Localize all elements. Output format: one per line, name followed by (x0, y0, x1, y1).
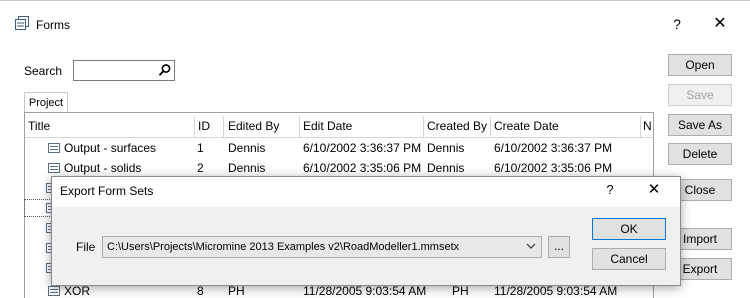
column-header-edited-by[interactable]: Edited By (228, 116, 279, 137)
table-row-id[interactable]: 1 (197, 141, 204, 155)
save-button[interactable]: Save (668, 84, 732, 106)
column-header-create-date[interactable]: Create Date (494, 116, 559, 137)
column-divider[interactable] (223, 116, 224, 138)
table-row-edited-by[interactable]: Dennis (228, 161, 265, 175)
file-label: File (76, 240, 96, 254)
column-divider[interactable] (299, 116, 300, 138)
table-row-title[interactable]: Output - solids (64, 161, 141, 175)
open-button[interactable]: Open (668, 54, 732, 76)
search-label: Search (24, 64, 63, 78)
browse-button[interactable]: ... (548, 236, 570, 258)
table-row-created-by[interactable]: Dennis (427, 141, 464, 155)
table-row-created-by[interactable]: PH (452, 284, 469, 298)
window-title: Forms (36, 18, 70, 32)
column-header-title[interactable]: Title (28, 116, 50, 137)
column-divider[interactable] (423, 116, 424, 138)
table-row-id[interactable]: 2 (197, 161, 204, 175)
table-row-edit-date[interactable]: 11/28/2005 9:03:54 AM (303, 284, 426, 298)
column-header-n[interactable]: N (643, 116, 652, 137)
form-icon (48, 286, 60, 296)
file-path-value: C:\Users\Projects\Micromine 2013 Example… (107, 241, 460, 253)
form-icon (48, 143, 60, 153)
table-row-edited-by[interactable]: Dennis (228, 141, 265, 155)
chevron-down-icon[interactable] (526, 241, 536, 251)
column-divider[interactable] (490, 116, 491, 138)
table-row-id[interactable]: 8 (197, 284, 204, 298)
delete-button[interactable]: Delete (668, 143, 732, 165)
table-row-created-by[interactable]: Dennis (427, 161, 464, 175)
cancel-button[interactable]: Cancel (592, 248, 666, 270)
table-row-title[interactable]: Output - surfaces (64, 141, 156, 155)
table-row-title[interactable]: XOR (64, 284, 90, 298)
tab-project[interactable]: Project (24, 92, 68, 112)
column-divider[interactable] (194, 116, 195, 138)
column-header-id[interactable]: ID (198, 116, 210, 137)
close-window-button[interactable]: ✕ (706, 14, 734, 34)
search-icon[interactable] (158, 63, 172, 77)
table-row-create-date[interactable]: 6/10/2002 3:35:06 PM (494, 161, 612, 175)
forms-icon (15, 16, 29, 30)
column-header-created-by[interactable]: Created By (427, 116, 487, 137)
dialog-close-button[interactable]: ✕ (640, 181, 668, 199)
header-divider (25, 137, 653, 138)
table-row-create-date[interactable]: 11/28/2005 9:03:54 AM (494, 284, 617, 298)
dialog-help-button[interactable]: ? (600, 181, 620, 199)
table-row-edit-date[interactable]: 6/10/2002 3:35:06 PM (303, 161, 421, 175)
ok-button[interactable]: OK (592, 218, 666, 240)
table-row-create-date[interactable]: 6/10/2002 3:36:37 PM (494, 141, 612, 155)
save-as-button[interactable]: Save As (668, 114, 732, 136)
form-icon (48, 163, 60, 173)
help-button[interactable]: ? (668, 14, 686, 34)
table-row-edited-by[interactable]: PH (228, 284, 245, 298)
column-divider[interactable] (640, 116, 641, 138)
column-header-edit-date[interactable]: Edit Date (303, 116, 352, 137)
table-row-edit-date[interactable]: 6/10/2002 3:36:37 PM (303, 141, 421, 155)
dialog-title: Export Form Sets (60, 184, 154, 198)
